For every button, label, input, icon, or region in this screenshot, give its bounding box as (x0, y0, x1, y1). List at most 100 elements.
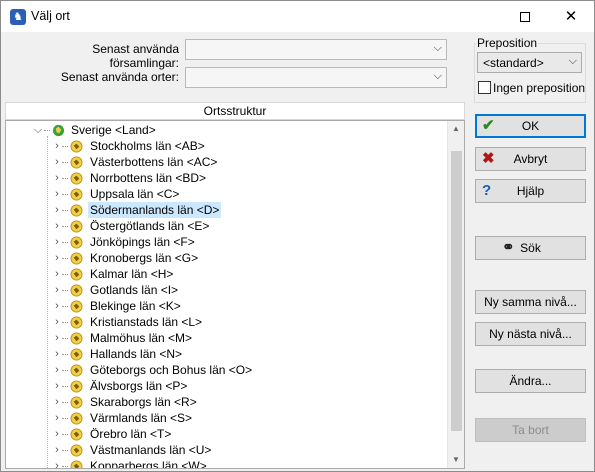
county-icon (70, 364, 83, 377)
expand-icon[interactable]: › (52, 298, 62, 314)
scroll-up-icon[interactable]: ▲ (448, 121, 464, 137)
tree-item[interactable]: › Östergötlands län <E> (6, 218, 446, 234)
expand-icon[interactable]: › (52, 362, 62, 378)
tree-item[interactable]: › Norrbottens län <BD> (6, 170, 446, 186)
expand-icon[interactable]: › (52, 394, 62, 410)
tree-item-label: Östergötlands län <E> (90, 219, 210, 233)
recent-parishes-label: Senast använda församlingar: (92, 42, 179, 70)
tree-item[interactable]: › Västmanlands län <U> (6, 442, 446, 458)
collapse-icon[interactable]: ⌵ (33, 122, 43, 138)
county-icon (70, 444, 83, 457)
tree-item[interactable]: › Kalmar län <H> (6, 266, 446, 282)
tree-connector (62, 274, 68, 275)
county-icon (70, 300, 83, 313)
help-button[interactable]: ? Hjälp (475, 179, 586, 203)
expand-icon[interactable]: › (52, 282, 62, 298)
expand-icon[interactable]: › (52, 378, 62, 394)
tree-item[interactable]: › Stockholms län <AB> (6, 138, 446, 154)
search-button[interactable]: ⚭ Sök (475, 236, 586, 260)
expand-icon[interactable]: › (52, 330, 62, 346)
tree-item[interactable]: › Malmöhus län <M> (6, 330, 446, 346)
tree-item-label: Jönköpings län <F> (90, 235, 195, 249)
tree-item[interactable]: › Göteborgs och Bohus län <O> (6, 362, 446, 378)
county-icon (70, 204, 83, 217)
expand-icon[interactable]: › (52, 346, 62, 362)
county-icon (70, 348, 83, 361)
expand-icon[interactable]: › (52, 234, 62, 250)
scroll-thumb[interactable] (451, 151, 462, 431)
tree-item[interactable]: › Älvsborgs län <P> (6, 378, 446, 394)
expand-icon[interactable]: › (52, 154, 62, 170)
expand-icon[interactable]: › (52, 138, 62, 154)
preposition-combo[interactable]: <standard> ⌵ (477, 52, 582, 73)
tree-item[interactable]: › Kronobergs län <G> (6, 250, 446, 266)
tree-connector (62, 370, 68, 371)
close-button[interactable]: ✕ (548, 1, 594, 32)
tree-item-label: Kristianstads län <L> (90, 315, 203, 329)
help-label: Hjälp (516, 184, 545, 198)
x-icon: ✖ (482, 150, 495, 167)
tree-item[interactable]: › Södermanlands län <D> (6, 202, 446, 218)
expand-icon[interactable]: › (52, 170, 62, 186)
tree-item-label: Västerbottens län <AC> (90, 155, 218, 169)
no-preposition-checkbox[interactable] (478, 81, 491, 94)
tree-item[interactable]: › Kopparbergs län <W> (6, 458, 446, 468)
expand-icon[interactable]: › (52, 458, 62, 468)
binoculars-icon: ⚭ (502, 239, 515, 256)
tree-item-label: Malmöhus län <M> (90, 331, 193, 345)
tree-column-header[interactable]: Ortsstruktur (5, 102, 465, 120)
tree-item[interactable]: › Kristianstads län <L> (6, 314, 446, 330)
expand-icon[interactable]: › (52, 186, 62, 202)
place-tree[interactable]: ⌵ Sverige <Land> › Stockholms län <AB> › Vä… (5, 120, 465, 469)
tree-root-row[interactable]: ⌵ Sverige <Land> (6, 122, 446, 138)
expand-icon[interactable]: › (52, 202, 62, 218)
tree-connector (62, 322, 68, 323)
expand-icon[interactable]: › (52, 250, 62, 266)
tree-item-label: Södermanlands län <D> (88, 202, 222, 218)
title-bar[interactable]: ♞ Välj ort ✕ (1, 1, 594, 32)
tree-item-label: Värmlands län <S> (90, 411, 193, 425)
tree-item[interactable]: › Jönköpings län <F> (6, 234, 446, 250)
tree-item[interactable]: › Hallands län <N> (6, 346, 446, 362)
tree-item[interactable]: › Örebro län <T> (6, 426, 446, 442)
tree-item[interactable]: › Skaraborgs län <R> (6, 394, 446, 410)
tree-item[interactable]: › Uppsala län <C> (6, 186, 446, 202)
recent-places-combo[interactable]: ⌵ (185, 67, 447, 88)
expand-icon[interactable]: › (52, 442, 62, 458)
chevron-down-icon: ⌵ (568, 55, 577, 67)
tree-item[interactable]: › Västerbottens län <AC> (6, 154, 446, 170)
tree-item-label: Blekinge län <K> (90, 299, 181, 313)
vertical-scrollbar[interactable]: ▲ ▼ (447, 121, 464, 468)
tree-connector (62, 178, 68, 179)
expand-icon[interactable]: › (52, 218, 62, 234)
window-title: Välj ort (31, 9, 70, 23)
new-next-level-button[interactable]: Ny nästa nivå... (475, 322, 586, 346)
tree-item[interactable]: › Värmlands län <S> (6, 410, 446, 426)
cancel-button[interactable]: ✖ Avbryt (475, 147, 586, 171)
tree-item[interactable]: › Gotlands län <I> (6, 282, 446, 298)
tree-connector (62, 466, 68, 467)
close-icon: ✕ (564, 8, 578, 25)
tree-item[interactable]: › Blekinge län <K> (6, 298, 446, 314)
county-icon (70, 316, 83, 329)
edit-button[interactable]: Ändra... (475, 369, 586, 393)
new-same-level-button[interactable]: Ny samma nivå... (475, 290, 586, 314)
no-preposition-label[interactable]: Ingen preposition (493, 81, 585, 95)
tree-connector (62, 258, 68, 259)
maximize-icon (520, 12, 530, 23)
tree-connector (62, 354, 68, 355)
maximize-button[interactable] (502, 1, 548, 32)
tree-connector (62, 242, 68, 243)
remove-button[interactable]: Ta bort (475, 418, 586, 442)
tree-item-label: Göteborgs och Bohus län <O> (90, 363, 253, 377)
tree-connector (62, 418, 68, 419)
county-icon (70, 172, 83, 185)
scroll-down-icon[interactable]: ▼ (448, 452, 464, 468)
expand-icon[interactable]: › (52, 266, 62, 282)
expand-icon[interactable]: › (52, 410, 62, 426)
expand-icon[interactable]: › (52, 426, 62, 442)
recent-parishes-combo[interactable]: ⌵ (185, 39, 447, 60)
ok-button[interactable]: ✔ OK (475, 114, 586, 138)
tree-item-label: Stockholms län <AB> (90, 139, 205, 153)
expand-icon[interactable]: › (52, 314, 62, 330)
